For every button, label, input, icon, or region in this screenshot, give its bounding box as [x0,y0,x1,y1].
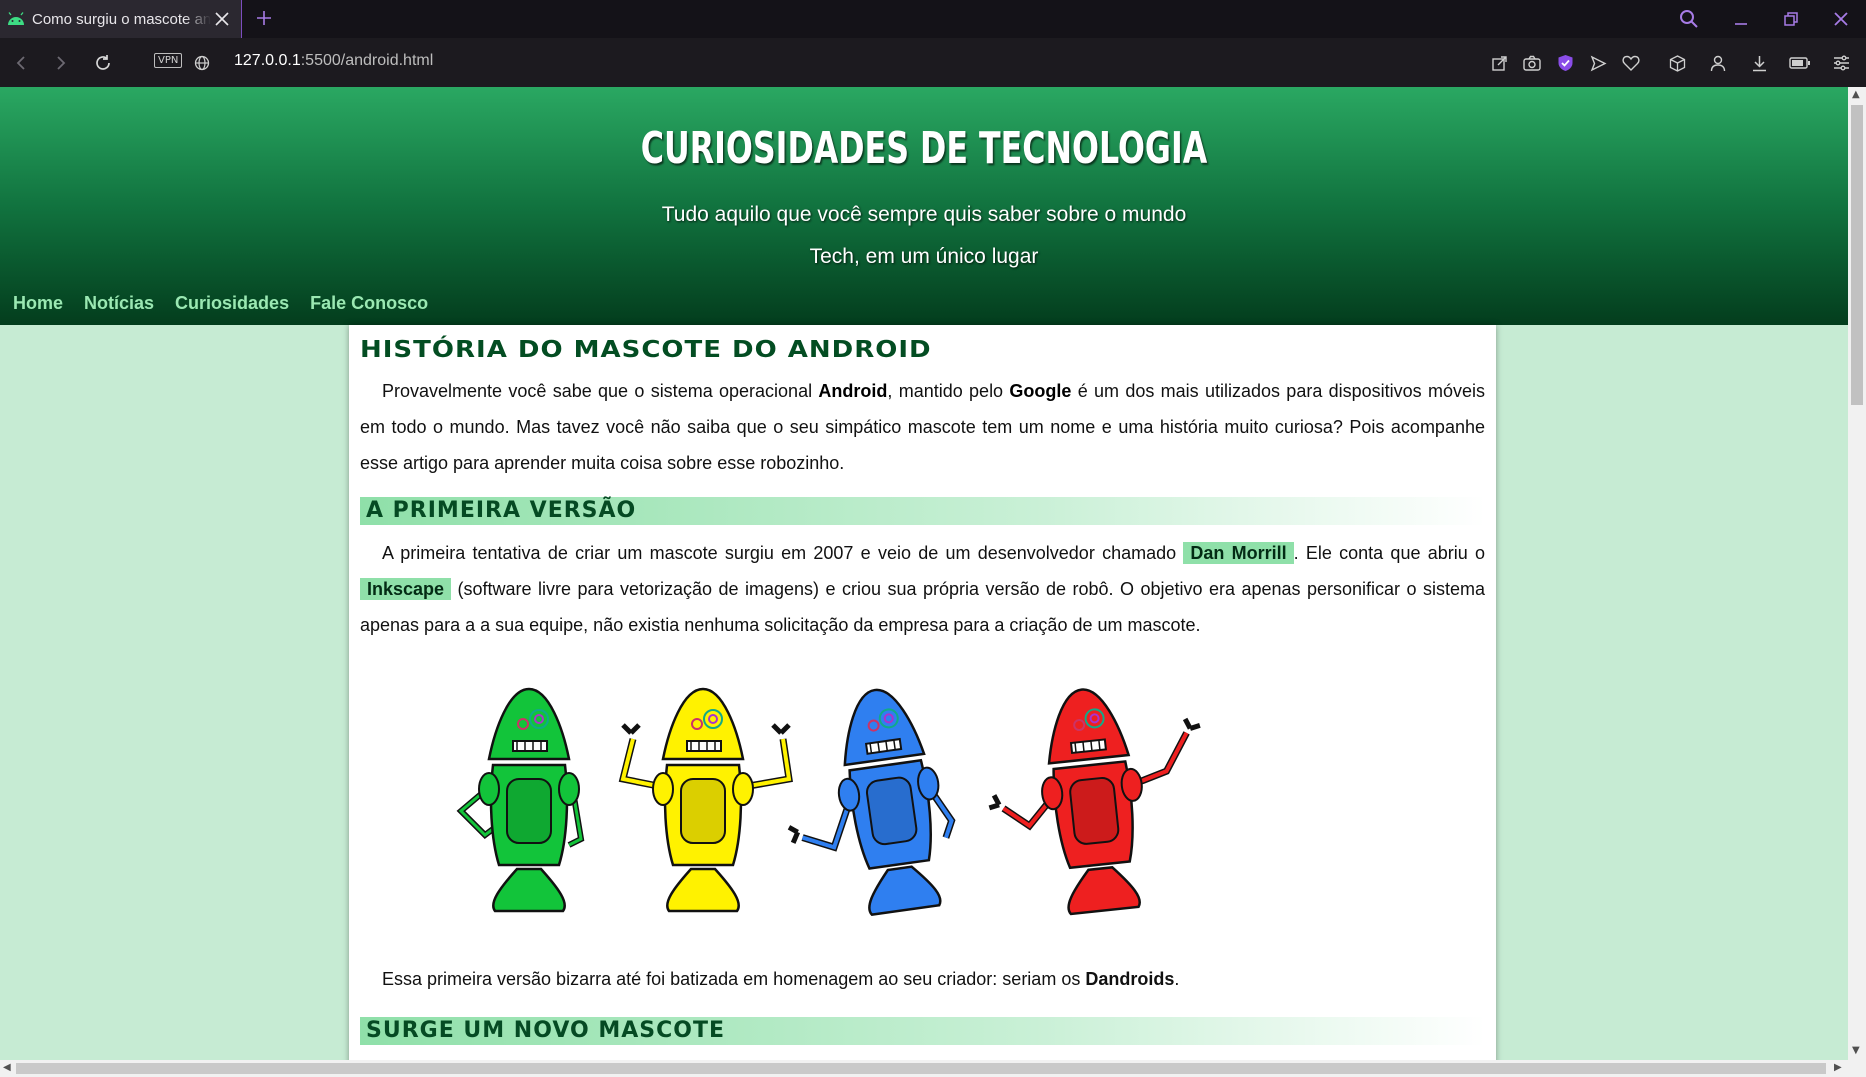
forward-arrow-icon[interactable] [48,50,74,76]
horizontal-scrollbar[interactable]: ◀ ▶ [0,1060,1866,1077]
reload-icon[interactable] [90,50,116,76]
shield-icon[interactable] [1552,50,1578,76]
search-icon[interactable] [1664,0,1714,38]
close-tab-icon[interactable] [211,8,233,30]
battery-saver-icon[interactable] [1787,50,1813,76]
highlight-inkscape: Inkscape [360,578,452,600]
browser-tab-bar: Como surgiu o mascote an [0,0,1866,39]
download-icon[interactable] [1746,50,1772,76]
blue-robot [787,681,957,919]
section1-text-1: A primeira tentativa de criar um mascote… [382,543,1184,563]
intro-bold-google: Google [1009,381,1072,401]
camera-icon[interactable] [1519,50,1545,76]
site-info-globe-icon[interactable] [189,50,215,76]
highlight-dan-morrill: Dan Morrill [1183,542,1294,564]
red-robot [988,683,1201,917]
dandroids-image [456,681,1201,919]
minimize-window-icon[interactable] [1716,0,1766,38]
site-header: Curiosidades de Tecnologia Tudo aquilo q… [0,87,1848,325]
dandroids-period: . [1174,969,1180,989]
send-icon[interactable] [1585,50,1611,76]
scroll-left-icon[interactable]: ◀ [3,1062,11,1073]
new-tab-icon[interactable] [252,6,276,30]
nav-link-home[interactable]: Home [13,293,63,314]
vpn-badge[interactable]: VPN [154,53,183,68]
heart-icon[interactable] [1618,50,1644,76]
bold-dandroids: Dandroids [1085,969,1175,989]
easy-setup-icon[interactable] [1828,50,1854,76]
article-title: História do mascote do Android [360,336,932,364]
tab-title: Como surgiu o mascote an [32,10,211,28]
dandroids-text: Essa primeira versão bizarra até foi bat… [382,969,1086,989]
nav-link-curiosidades[interactable]: Curiosidades [175,293,289,314]
yellow-robot [618,687,793,913]
site-title: Curiosidades de Tecnologia [640,123,1208,174]
intro-bold-android: Android [818,381,888,401]
horizontal-scroll-thumb[interactable] [16,1063,1826,1074]
cube-icon[interactable] [1664,50,1690,76]
scroll-up-icon[interactable]: ▲ [1852,89,1860,100]
profile-icon[interactable] [1705,50,1731,76]
nav-link-fale-conosco[interactable]: Fale Conosco [310,293,428,314]
vertical-scrollbar[interactable]: ▲ ▼ [1848,87,1866,1060]
section-heading-primeira-versao: A primeira versão [360,497,1485,525]
section1-text-2: . Ele conta que abriu o [1293,543,1486,563]
url-field[interactable]: 127.0.0.1:5500/android.html [234,52,433,70]
android-favicon-icon [8,12,24,25]
intro-text-2: , mantido pelo [887,381,1010,401]
url-path: :5500/android.html [300,52,434,69]
scroll-right-icon[interactable]: ▶ [1834,1062,1842,1073]
url-host: 127.0.0.1 [234,52,301,69]
back-arrow-icon[interactable] [8,50,34,76]
scroll-down-icon[interactable]: ▼ [1852,1045,1860,1056]
nav-link-noticias[interactable]: Notícias [84,293,154,314]
dandroids-illustration [360,671,1485,941]
browser-tab-active[interactable]: Como surgiu o mascote an [0,0,242,38]
site-subtitle: Tudo aquilo que você sempre quis saber s… [661,203,1187,268]
restore-window-icon[interactable] [1766,0,1816,38]
article: História do mascote do Android Provavelm… [349,325,1496,1060]
section1-paragraph: A primeira tentativa de criar um mascote… [360,535,1485,643]
site-nav: Home Notícias Curiosidades Fale Conosco [13,293,428,314]
share-icon[interactable] [1486,50,1512,76]
section1-text-3: (software livre para vetorização de imag… [360,579,1485,635]
page-viewport: Curiosidades de Tecnologia Tudo aquilo q… [0,87,1848,1060]
dandroids-paragraph: Essa primeira versão bizarra até foi bat… [360,961,1485,997]
green-robot [456,687,585,913]
section-heading-novo-mascote: Surge um novo mascote [360,1017,1485,1045]
intro-paragraph: Provavelmente você sabe que o sistema op… [360,373,1485,481]
vertical-scroll-thumb[interactable] [1851,105,1863,405]
browser-address-bar: VPN 127.0.0.1:5500/android.html [0,38,1866,87]
intro-text-1: Provavelmente você sabe que o sistema op… [382,381,819,401]
close-window-icon[interactable] [1816,0,1866,38]
